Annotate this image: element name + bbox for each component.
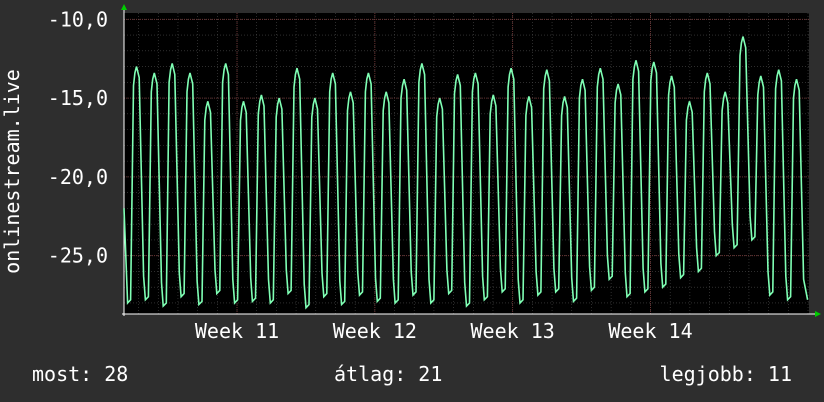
stat-average: átlag: 21 — [334, 362, 443, 386]
y-tick-label: -10,0 — [48, 7, 108, 31]
x-axis-arrow — [815, 311, 821, 317]
y-tick-label: -20,0 — [48, 165, 108, 189]
stat-current: most: 28 — [32, 362, 129, 386]
line-chart: -10,0-15,0-20,0-25,0 Week 11 Week 12 Week … — [0, 4, 821, 343]
y-axis-label: onlinestream.live — [0, 69, 24, 274]
y-tick-label: -15,0 — [48, 86, 108, 110]
stat-best: legjobb: 11 — [659, 362, 792, 386]
y-tick-labels: -10,0 -15,0 -20,0 -25,0 — [48, 7, 108, 267]
x-tick-label: Week 13 — [471, 319, 555, 343]
plot-area — [124, 13, 809, 314]
x-tick-labels: Week 11 Week 12 Week 13 Week 14 — [195, 319, 693, 343]
y-axis-arrow — [121, 4, 127, 10]
x-tick-label: Week 11 — [195, 319, 279, 343]
x-tick-label: Week 12 — [333, 319, 417, 343]
y-tick-label: -25,0 — [48, 244, 108, 268]
x-tick-label: Week 14 — [608, 319, 692, 343]
